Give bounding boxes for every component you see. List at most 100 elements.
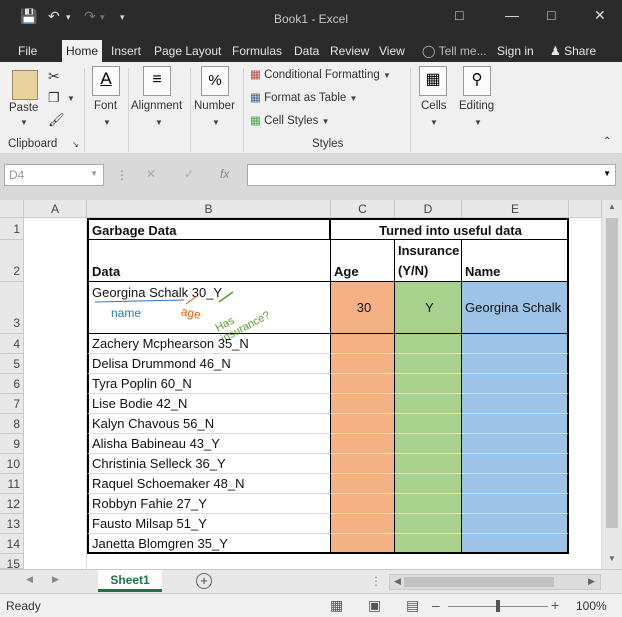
row-header[interactable]: 4 [0,334,24,354]
age-cell[interactable] [331,394,395,414]
tab-home[interactable]: Home [62,40,103,62]
cells-button[interactable]: Cells [421,100,447,112]
row-header[interactable]: 13 [0,514,24,534]
name-cell[interactable] [462,454,569,474]
name-cell[interactable] [462,534,569,554]
vertical-scrollbar[interactable]: ▲ ▼ [602,200,622,569]
data-cell[interactable]: Fausto Milsap 51_Y [87,514,331,534]
tell-me-box[interactable]: ◯ Tell me... [418,40,491,62]
cell-e3[interactable]: Georgina Schalk [462,282,569,334]
editing-button[interactable]: Editing [459,100,494,112]
scroll-sheets-right-icon[interactable]: ▶ [52,574,59,585]
formula-bar-options-icon[interactable]: ⋮ [116,168,128,182]
editing-dropdown-icon[interactable]: ▼ [474,118,482,127]
zoom-in-button[interactable]: + [551,597,559,613]
insurance-cell[interactable] [395,354,462,374]
scroll-down-icon[interactable]: ▼ [608,554,616,563]
data-cell[interactable]: Robbyn Fahie 27_Y [87,494,331,514]
column-header-d[interactable]: D [395,200,462,218]
name-box-dropdown-icon[interactable]: ▼ [90,169,98,178]
insurance-cell[interactable] [395,454,462,474]
cells-icon[interactable]: ▦ [419,66,447,96]
name-cell[interactable] [462,394,569,414]
tab-file[interactable]: File [14,40,41,62]
insurance-cell[interactable] [395,334,462,354]
column-header-b[interactable]: B [87,200,331,218]
cells-dropdown-icon[interactable]: ▼ [430,118,438,127]
name-cell[interactable] [462,494,569,514]
row-header[interactable]: 3 [0,282,24,334]
column-header-a[interactable]: A [24,200,87,218]
cell-c1[interactable]: Turned into useful data [331,218,569,240]
share-button[interactable]: ♟ Share [546,40,600,62]
paste-dropdown-icon[interactable]: ▼ [20,118,28,127]
data-cell[interactable]: Alisha Babineau 43_Y [87,434,331,454]
data-cell[interactable]: Delisa Drummond 46_N [87,354,331,374]
row-header[interactable]: 15 [0,554,24,569]
insurance-cell[interactable] [395,534,462,554]
column-a-cells[interactable] [24,218,87,569]
number-dropdown-icon[interactable]: ▼ [212,118,220,127]
data-cell[interactable]: Christinia Selleck 36_Y [87,454,331,474]
tab-view[interactable]: View [375,40,409,62]
scroll-up-icon[interactable]: ▲ [608,202,616,211]
format-painter-icon[interactable]: 🖌 [48,112,65,128]
insurance-cell[interactable] [395,514,462,534]
copy-dropdown-icon[interactable]: ▼ [67,94,75,103]
cell-b3[interactable]: Georgina Schalk 30_Y name age Has insura… [87,282,331,345]
minimize-icon[interactable]: — [505,7,519,23]
cancel-entry-icon[interactable]: ✕ [146,167,156,181]
formula-input[interactable]: ▼ [247,164,616,186]
page-layout-view-icon[interactable]: ▣ [368,597,381,614]
alignment-button[interactable]: Alignment [131,100,182,112]
cell-d2[interactable]: Insurance (Y/N) [395,240,462,282]
tab-page-layout[interactable]: Page Layout [150,40,225,62]
maximize-icon[interactable]: □ [547,7,555,23]
row-header[interactable]: 14 [0,534,24,554]
cell-c2[interactable]: Age [331,240,395,282]
name-box[interactable]: D4 ▼ [4,164,104,186]
age-cell[interactable] [331,374,395,394]
number-format-icon[interactable]: % [201,66,229,96]
font-dropdown-icon[interactable]: ▼ [103,118,111,127]
row-header[interactable]: 5 [0,354,24,374]
insurance-cell[interactable] [395,414,462,434]
row-header[interactable]: 7 [0,394,24,414]
column-f-cells[interactable] [569,218,602,569]
column-header-c[interactable]: C [331,200,395,218]
alignment-icon[interactable]: ≡ [143,66,171,96]
horizontal-scroll-thumb[interactable] [404,577,554,587]
data-cell[interactable]: Janetta Blomgren 35_Y [87,534,331,554]
horizontal-scrollbar[interactable]: ◀ ▶ [389,574,601,590]
sign-in-link[interactable]: Sign in [493,40,538,62]
close-icon[interactable]: ✕ [594,7,606,24]
cut-icon[interactable]: ✂ [48,68,60,85]
scroll-left-icon[interactable]: ◀ [394,576,401,587]
age-cell[interactable] [331,474,395,494]
age-cell[interactable] [331,514,395,534]
insurance-cell[interactable] [395,434,462,454]
font-icon[interactable]: A [92,66,120,96]
age-cell[interactable] [331,354,395,374]
alignment-dropdown-icon[interactable]: ▼ [155,118,163,127]
confirm-entry-icon[interactable]: ✓ [184,167,194,181]
page-break-view-icon[interactable]: ▤ [406,597,419,614]
conditional-formatting-button[interactable]: ▦ Conditional Formatting ▼ [250,67,391,81]
name-cell[interactable] [462,374,569,394]
tab-data[interactable]: Data [290,40,323,62]
row-header[interactable]: 9 [0,434,24,454]
vertical-scroll-thumb[interactable] [606,218,618,528]
insert-function-icon[interactable]: fx [220,167,229,181]
cell-styles-button[interactable]: ▦ Cell Styles ▼ [250,113,330,127]
scroll-sheets-left-icon[interactable]: ◀ [26,574,33,585]
row-header[interactable]: 12 [0,494,24,514]
data-cell[interactable]: Raquel Schoemaker 48_N [87,474,331,494]
zoom-level[interactable]: 100% [576,599,607,613]
expand-formula-bar-icon[interactable]: ▼ [603,169,611,178]
tab-review[interactable]: Review [326,40,373,62]
insurance-cell[interactable] [395,374,462,394]
insurance-cell[interactable] [395,494,462,514]
data-cell[interactable]: Tyra Poplin 60_N [87,374,331,394]
column-header-e[interactable]: E [462,200,569,218]
cell-c3[interactable]: 30 [331,282,395,334]
